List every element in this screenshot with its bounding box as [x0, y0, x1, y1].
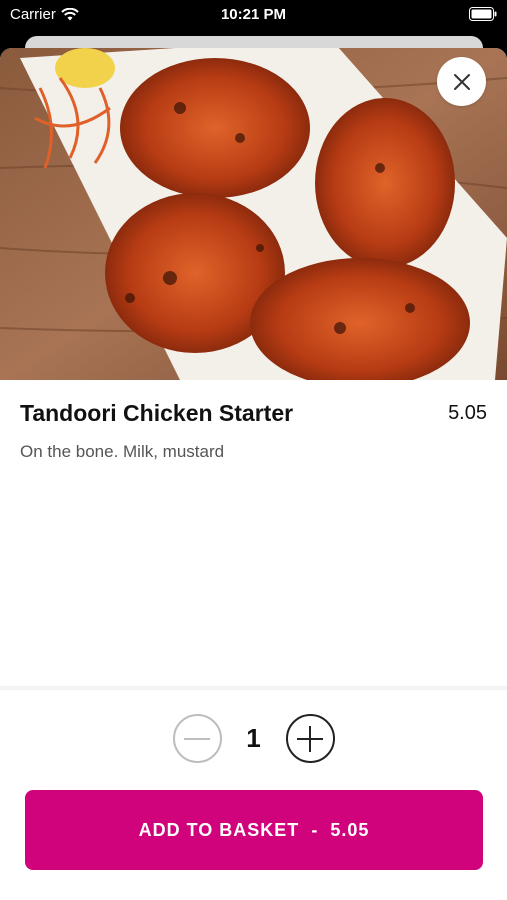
quantity-value: 1 — [246, 723, 261, 753]
close-button[interactable] — [437, 57, 486, 106]
increase-quantity-button[interactable] — [285, 714, 335, 763]
decrease-quantity-button[interactable] — [172, 714, 222, 763]
status-time: 10:21 PM — [220, 6, 287, 23]
divider — [0, 686, 507, 690]
add-button-separator: - — [311, 819, 319, 840]
battery-icon — [469, 7, 497, 25]
status-bar: Carrier 10:21 PM — [0, 0, 507, 30]
item-title: Tandoori Chicken Starter — [20, 400, 294, 426]
item-photo — [0, 48, 507, 380]
item-header: Tandoori Chicken Starter 5.05 — [20, 400, 487, 427]
add-button-price: 5.05 — [330, 819, 370, 840]
minus-icon — [184, 737, 210, 740]
item-description: On the bone. Milk, mustard — [20, 442, 225, 461]
add-to-basket-button[interactable]: ADD TO BASKET - 5.05 — [25, 790, 483, 870]
item-detail-sheet: Tandoori Chicken Starter 5.05 On the bon… — [0, 48, 507, 900]
plus-icon — [297, 725, 323, 752]
add-button-label: ADD TO BASKET — [138, 819, 300, 840]
close-icon — [453, 73, 470, 90]
item-price: 5.05 — [448, 402, 487, 424]
quantity-stepper: 1 — [0, 714, 507, 763]
